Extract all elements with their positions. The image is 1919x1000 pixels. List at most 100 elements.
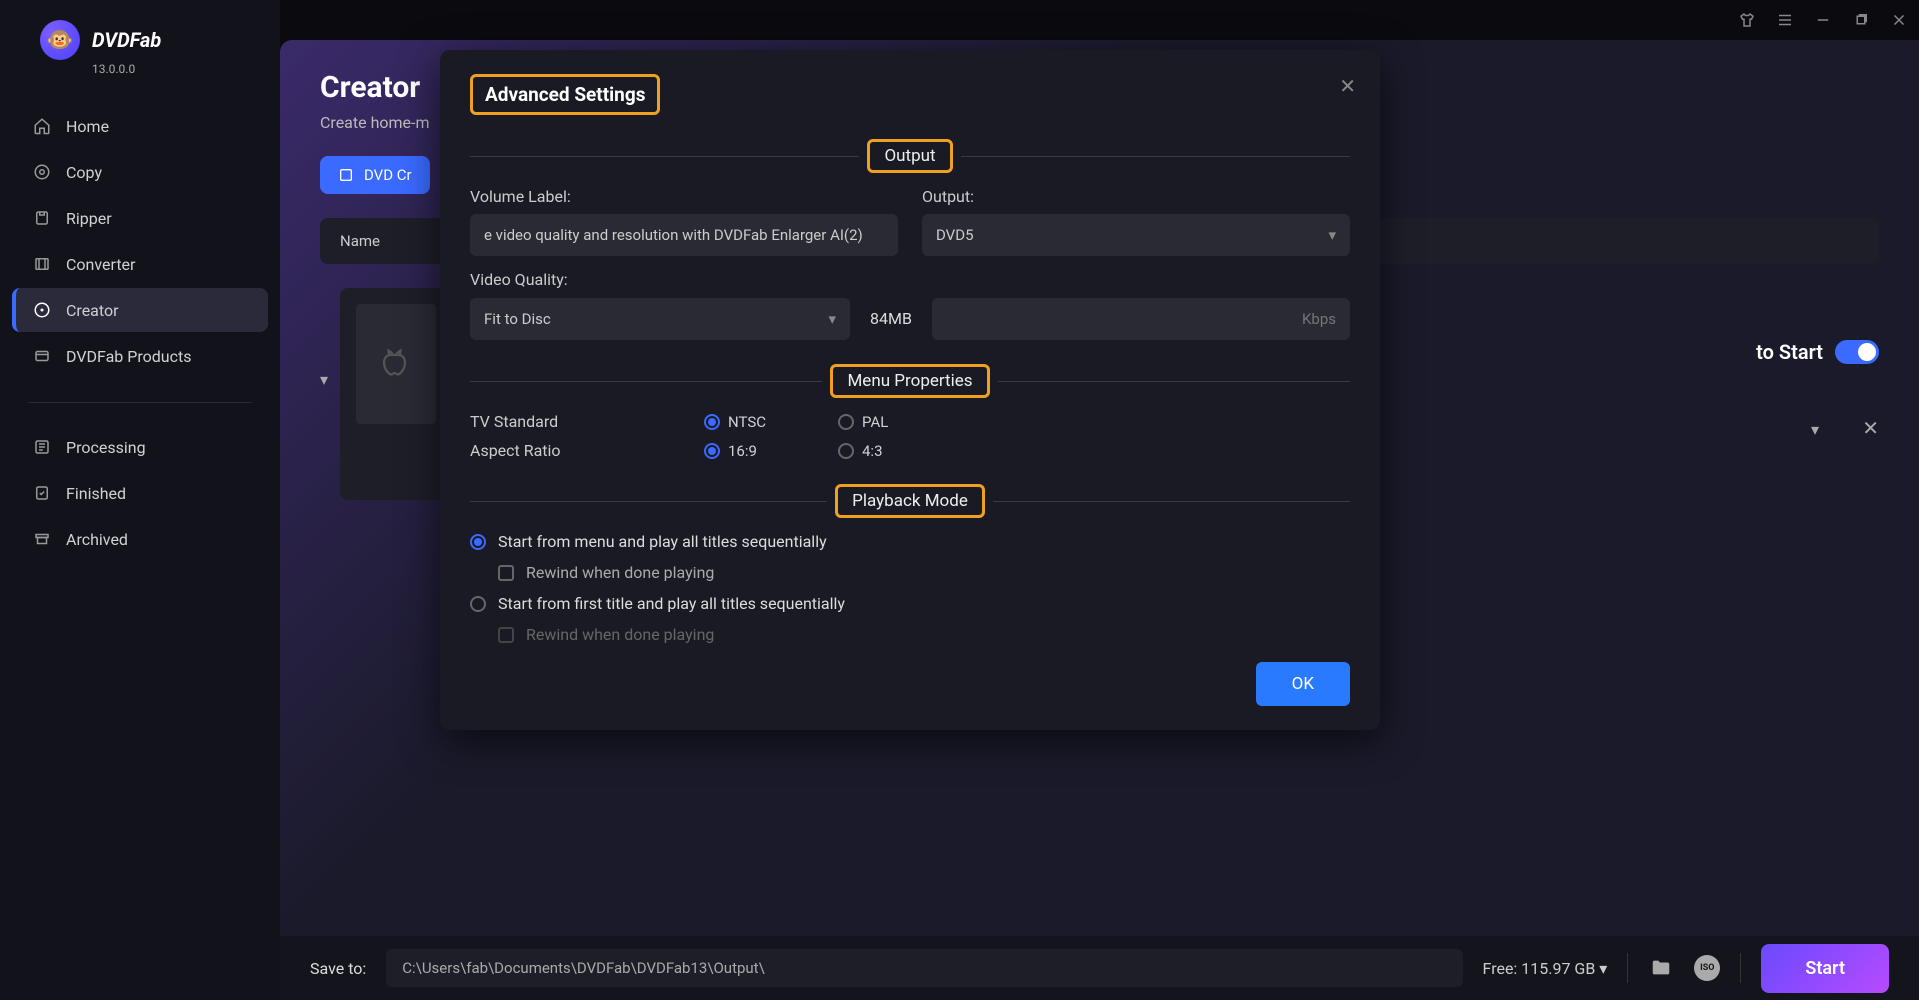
- ready-toggle[interactable]: [1835, 340, 1879, 364]
- file-thumbnail: [356, 304, 436, 424]
- option-label: 4:3: [862, 442, 883, 460]
- radio-icon: [838, 443, 854, 459]
- rewind-first: Rewind when done playing: [470, 625, 1350, 644]
- video-quality-label: Video Quality:: [470, 270, 1350, 289]
- free-space-value: Free: 115.97 GB: [1483, 959, 1596, 978]
- video-quality-select[interactable]: Fit to Disc ▾: [470, 298, 850, 340]
- output-path[interactable]: C:\Users\fab\Documents\DVDFab\DVDFab13\O…: [386, 949, 1462, 987]
- advanced-settings-modal: Advanced Settings ✕ Output Volume Label:…: [440, 50, 1380, 730]
- creator-icon: [32, 300, 52, 320]
- tv-ntsc-option[interactable]: NTSC: [704, 413, 824, 431]
- option-label: Rewind when done playing: [526, 625, 714, 644]
- volume-label-input[interactable]: e video quality and resolution with DVDF…: [470, 214, 898, 256]
- restore-icon[interactable]: [1851, 10, 1871, 30]
- checkbox-icon: [498, 627, 514, 643]
- nav-finished[interactable]: Finished: [12, 471, 268, 515]
- aspect-169-option[interactable]: 16:9: [704, 442, 824, 460]
- nav-label: Converter: [66, 255, 135, 274]
- nav-processing[interactable]: Processing: [12, 425, 268, 469]
- app-name: DVDFab: [92, 28, 161, 52]
- option-label: Start from first title and play all titl…: [498, 594, 845, 613]
- nav-products[interactable]: DVDFab Products: [12, 334, 268, 378]
- tshirt-icon[interactable]: [1737, 10, 1757, 30]
- bottom-bar: Save to: C:\Users\fab\Documents\DVDFab\D…: [280, 936, 1919, 1000]
- section-menu-properties: Menu Properties: [470, 364, 1350, 398]
- divider: [1740, 953, 1741, 983]
- option-label: 16:9: [728, 442, 757, 460]
- free-space[interactable]: Free: 115.97 GB▾: [1483, 959, 1608, 978]
- toggle-label: to Start: [1756, 340, 1823, 364]
- kbps-input[interactable]: [932, 298, 1350, 340]
- nav-label: Processing: [66, 438, 146, 457]
- nav-primary: Home Copy Ripper Converter Creator DVDFa…: [0, 96, 280, 388]
- ready-toggle-row: to Start: [1756, 340, 1879, 364]
- volume-label-value: e video quality and resolution with DVDF…: [484, 226, 863, 244]
- nav-converter[interactable]: Converter: [12, 242, 268, 286]
- video-quality-size: 84MB: [864, 297, 918, 340]
- titlebar: [1737, 0, 1919, 40]
- iso-icon[interactable]: ISO: [1694, 955, 1720, 981]
- radio-icon: [470, 534, 486, 550]
- playback-from-menu[interactable]: Start from menu and play all titles sequ…: [470, 532, 1350, 551]
- section-label: Playback Mode: [835, 484, 985, 518]
- rewind-menu[interactable]: Rewind when done playing: [470, 563, 1350, 582]
- dvd-creator-tab[interactable]: DVD Cr: [320, 156, 430, 194]
- nav-label: Copy: [66, 163, 102, 182]
- logo-badge-icon: 🐵: [40, 20, 80, 60]
- option-label: Rewind when done playing: [526, 563, 714, 582]
- output-select[interactable]: DVD5 ▾: [922, 214, 1350, 256]
- converter-icon: [32, 254, 52, 274]
- nav-home[interactable]: Home: [12, 104, 268, 148]
- app-version: 13.0.0.0: [0, 62, 280, 76]
- nav-ripper[interactable]: Ripper: [12, 196, 268, 240]
- radio-icon: [838, 414, 854, 430]
- apple-icon: [378, 346, 414, 382]
- modal-title: Advanced Settings: [485, 83, 645, 106]
- checkbox-icon: [498, 565, 514, 581]
- ok-button[interactable]: OK: [1256, 662, 1350, 706]
- option-label: Start from menu and play all titles sequ…: [498, 532, 827, 551]
- column-name: Name: [340, 232, 380, 250]
- finished-icon: [32, 483, 52, 503]
- radio-icon: [704, 443, 720, 459]
- archived-icon: [32, 529, 52, 549]
- nav-label: Creator: [66, 301, 119, 320]
- output-value: DVD5: [936, 226, 974, 244]
- playback-from-first[interactable]: Start from first title and play all titl…: [470, 594, 1350, 613]
- output-label: Output:: [922, 187, 1350, 206]
- chevron-down-icon: ▾: [1328, 226, 1336, 244]
- option-label: NTSC: [728, 413, 766, 431]
- volume-label-label: Volume Label:: [470, 187, 898, 206]
- close-icon[interactable]: ✕: [1339, 74, 1356, 98]
- tab-label: DVD Cr: [364, 166, 412, 184]
- video-quality-value: Fit to Disc: [484, 310, 551, 328]
- expand-chevron-icon[interactable]: ▾: [1811, 420, 1819, 439]
- ripper-icon: [32, 208, 52, 228]
- menu-icon[interactable]: [1775, 10, 1795, 30]
- nav-copy[interactable]: Copy: [12, 150, 268, 194]
- nav-secondary: Processing Finished Archived: [0, 417, 280, 571]
- sidebar: 🐵 DVDFab 13.0.0.0 Home Copy Ripper Conve…: [0, 0, 280, 1000]
- nav-label: Archived: [66, 530, 128, 549]
- tv-pal-option[interactable]: PAL: [838, 413, 958, 431]
- aspect-43-option[interactable]: 4:3: [838, 442, 958, 460]
- chevron-down-icon: ▾: [828, 310, 836, 328]
- nav-archived[interactable]: Archived: [12, 517, 268, 561]
- section-playback-mode: Playback Mode: [470, 484, 1350, 518]
- chevron-down-icon[interactable]: ▾: [320, 370, 328, 389]
- nav-label: Finished: [66, 484, 126, 503]
- minimize-icon[interactable]: [1813, 10, 1833, 30]
- section-output: Output: [470, 139, 1350, 173]
- nav-label: Home: [66, 117, 109, 136]
- nav-creator[interactable]: Creator: [12, 288, 268, 332]
- remove-item-icon[interactable]: ✕: [1862, 416, 1879, 440]
- start-button[interactable]: Start: [1761, 944, 1889, 993]
- aspect-ratio-row: Aspect Ratio 16:9 4:3: [470, 441, 1350, 460]
- close-window-icon[interactable]: [1889, 10, 1909, 30]
- folder-icon[interactable]: [1648, 955, 1674, 981]
- section-label: Menu Properties: [830, 364, 989, 398]
- save-to-label: Save to:: [310, 959, 366, 978]
- tv-standard-label: TV Standard: [470, 412, 690, 431]
- tv-standard-row: TV Standard NTSC PAL: [470, 412, 1350, 431]
- home-icon: [32, 116, 52, 136]
